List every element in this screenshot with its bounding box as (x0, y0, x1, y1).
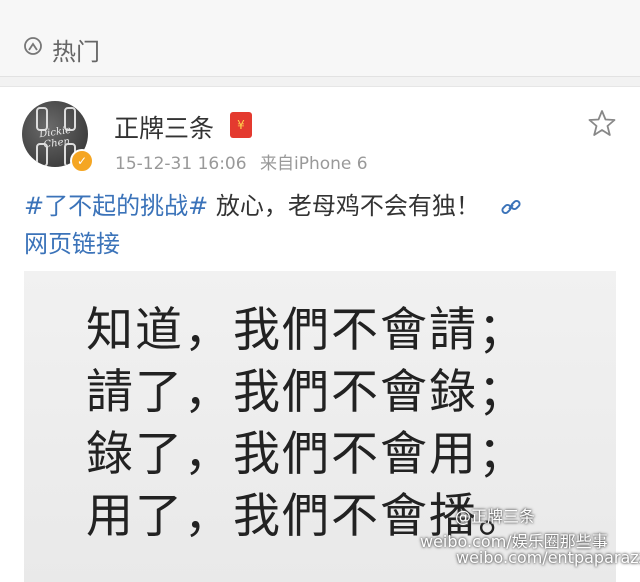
topic-link[interactable]: #了不起的挑战# (24, 192, 208, 220)
watermark: weibo.com/entpaparazzi (456, 548, 640, 567)
image-text-line: 錄了，我們不會用； (86, 427, 527, 482)
red-packet-icon: ¥ (230, 112, 252, 138)
location-pin-icon (24, 37, 42, 55)
username[interactable]: 正牌三条 (114, 109, 214, 145)
image-text-line: 知道，我們不會請； (86, 303, 527, 358)
top-bar: 热门 (0, 0, 640, 77)
post-text: #了不起的挑战# 放心，老母鸡不会有独！ 网页链接 (24, 187, 614, 263)
star-icon[interactable] (588, 109, 616, 137)
verified-badge-icon: ✓ (70, 149, 94, 173)
link-icon (501, 199, 521, 215)
web-link[interactable]: 网页链接 (24, 230, 120, 258)
post-meta: 15-12-31 16:06 来自iPhone 6 (115, 149, 376, 174)
post-source: 来自iPhone 6 (259, 154, 368, 174)
post-body-text: 放心，老母鸡不会有独！ (208, 192, 480, 220)
watermark: @正牌三条 (455, 507, 536, 526)
timestamp: 15-12-31 16:06 (115, 154, 247, 174)
weibo-post-card: Dickie Chen ✓ 正牌三条 ¥ 15-12-31 16:06 来自iP… (0, 86, 640, 582)
image-text-line: 請了，我們不會錄； (86, 365, 527, 420)
hot-tab-label[interactable]: 热门 (52, 32, 100, 67)
